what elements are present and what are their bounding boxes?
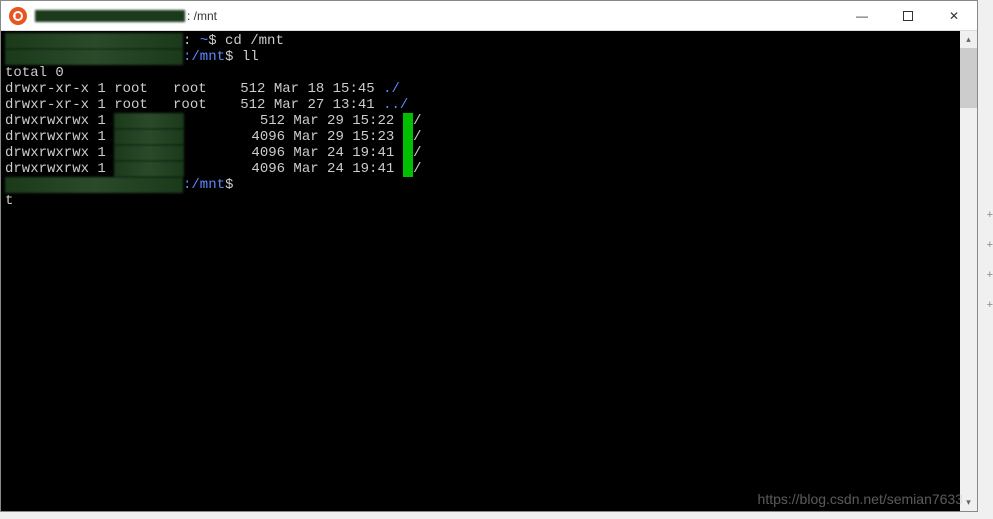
redacted-dirname [403, 145, 413, 161]
prompt-line-1: : ~$ cd /mnt [5, 33, 956, 49]
redacted-owner [114, 113, 184, 129]
terminal-window: : /mnt — ✕ : ~$ cd /mnt :/mnt$ ll total … [0, 0, 978, 512]
ubuntu-icon [9, 7, 27, 25]
window-controls: — ✕ [839, 1, 977, 30]
terminal-output[interactable]: : ~$ cd /mnt :/mnt$ ll total 0 drwxr-xr-… [1, 31, 960, 511]
redacted-owner [114, 161, 184, 177]
cursor-line: t [5, 193, 956, 209]
window-titlebar[interactable]: : /mnt — ✕ [1, 1, 977, 31]
redacted-user-host [5, 49, 183, 65]
redacted-owner [114, 145, 184, 161]
watermark-text: https://blog.csdn.net/semian7633 [758, 491, 963, 507]
output-row: drwxrwxrwx 1 4096 Mar 24 19:41 / [5, 145, 956, 161]
output-row: drwxrwxrwx 1 4096 Mar 24 19:41 / [5, 161, 956, 177]
minimize-button[interactable]: — [839, 1, 885, 31]
prompt-line-2: :/mnt$ ll [5, 49, 956, 65]
output-row: drwxr-xr-x 1 root root 512 Mar 18 15:45 … [5, 81, 956, 97]
window-title: : /mnt [35, 9, 839, 23]
output-row: drwxr-xr-x 1 root root 512 Mar 27 13:41 … [5, 97, 956, 113]
scroll-thumb[interactable] [960, 48, 977, 108]
side-markers: ++++ [987, 200, 993, 320]
scroll-up-button[interactable]: ▴ [960, 31, 977, 48]
output-total: total 0 [5, 65, 956, 81]
close-button[interactable]: ✕ [931, 1, 977, 31]
output-row: drwxrwxrwx 1 512 Mar 29 15:22 / [5, 113, 956, 129]
prompt-line-3: :/mnt$ [5, 177, 956, 193]
maximize-button[interactable] [885, 1, 931, 31]
redacted-dirname [403, 129, 413, 145]
output-row: drwxrwxrwx 1 4096 Mar 29 15:23 / [5, 129, 956, 145]
redacted-dirname [403, 161, 413, 177]
redacted-dirname [403, 113, 413, 129]
redacted-owner [114, 129, 184, 145]
redacted-user-host [5, 177, 183, 193]
vertical-scrollbar[interactable]: ▴ ▾ [960, 31, 977, 511]
terminal-area: : ~$ cd /mnt :/mnt$ ll total 0 drwxr-xr-… [1, 31, 977, 511]
redacted-user-host [5, 33, 183, 49]
